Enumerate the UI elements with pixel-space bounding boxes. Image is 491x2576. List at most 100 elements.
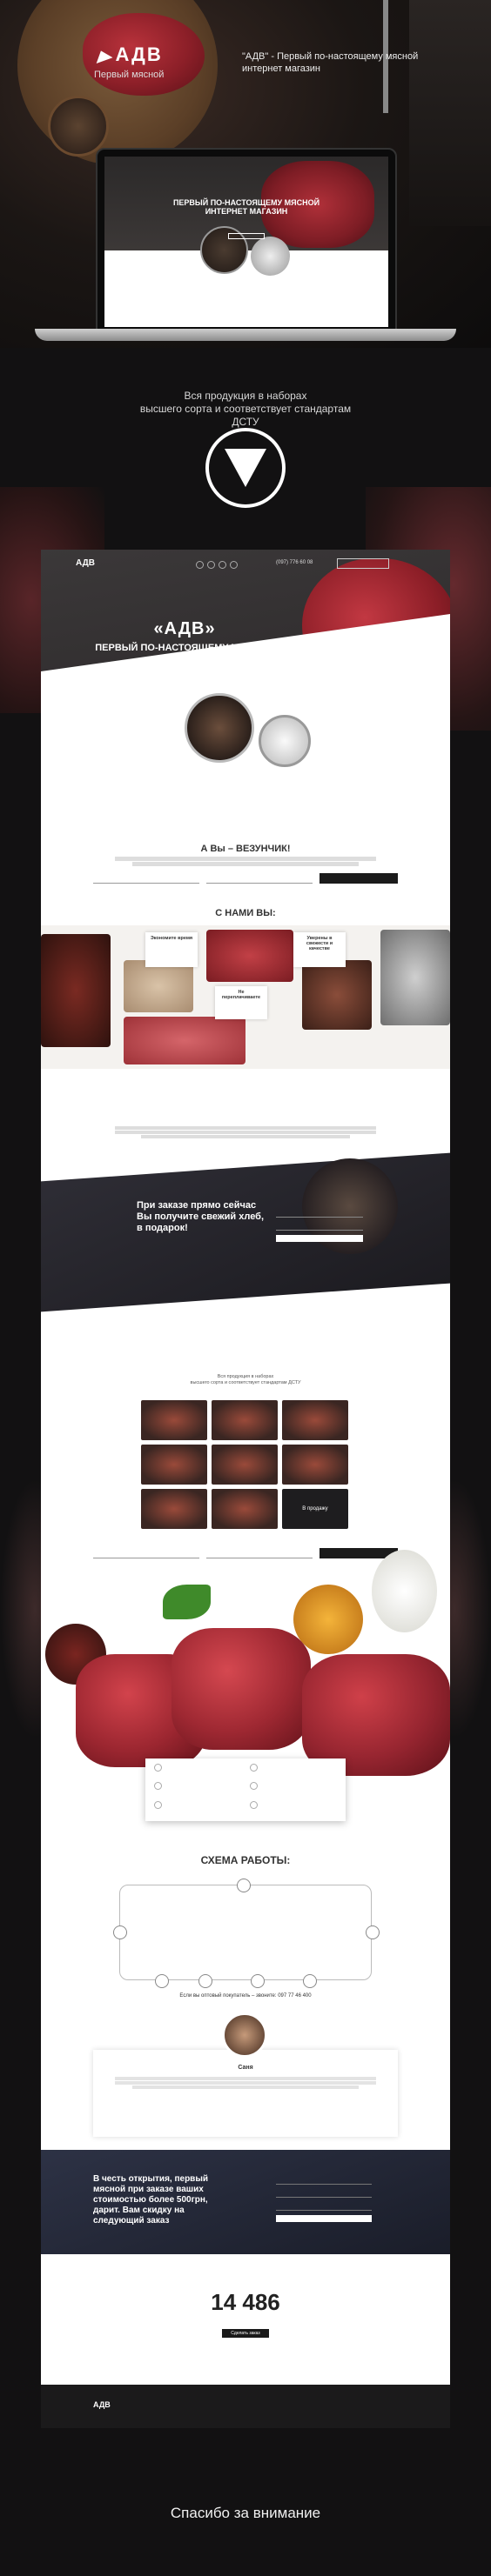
laptop-title: ПЕРВЫЙ ПО-НАСТОЯЩЕМУ МЯСНОЙ ИНТЕРНЕТ МАГ… [104,198,388,216]
mockup-social-icons [196,561,238,570]
product-tile[interactable] [212,1445,278,1485]
text-line [115,2077,376,2080]
delivery-icon [366,1925,380,1939]
product-tile[interactable] [282,1400,348,1440]
promo-name-field[interactable] [276,1209,363,1218]
social-icon[interactable] [196,561,204,569]
about-text [115,1125,376,1139]
product-grid: В продажу [141,1400,352,1529]
welcome-text [115,856,376,867]
opening-phone-field[interactable] [276,2189,372,2198]
phone-icon [113,1925,127,1939]
product-tile-sale[interactable]: В продажу [282,1489,348,1529]
footer-logo[interactable]: АДВ [93,2400,111,2409]
box-icon [155,1974,169,1988]
product-tile[interactable] [141,1400,207,1440]
hero-description: "АДВ" - Первый по-настоящему мясной инте… [242,51,419,74]
promo-submit-button[interactable] [276,1235,363,1242]
website-mockup: АДВ (097) 776 60 08 «АДВ» ПЕРВЫЙ ПО-НАСТ… [41,550,450,2428]
laptop-screen-preview [104,157,388,327]
social-icon[interactable] [207,561,215,569]
mockup-title: «АДВ» ПЕРВЫЙ ПО-НАСТОЯЩЕМУ МЯСНОЙ ИНТЕРН… [76,619,293,669]
review-card [93,2050,398,2137]
submit-button[interactable] [319,873,398,884]
mockup-call-button[interactable] [337,558,389,569]
grid-title: Вся продукция в наборах высшего сорта и … [115,1374,376,1386]
social-icon[interactable] [219,561,226,569]
mockup-title-quote: «АДВ» [153,619,216,638]
feature-item [154,1764,241,1779]
text-line [115,1126,376,1130]
brand-logo: АДВ Первый мясной [92,43,165,82]
home-icon [303,1974,317,1988]
phone-field[interactable] [206,873,313,884]
mockup-pepper-bowl [185,693,254,763]
grilled-image [302,960,372,1030]
opening-submit-button[interactable] [276,2215,372,2222]
meat-chunk-image [172,1628,311,1750]
product-tile[interactable] [282,1445,348,1485]
opening-address-field[interactable] [276,2202,372,2211]
scheme-title: СХЕМА РАБОТЫ: [200,1854,291,1866]
product-tile[interactable] [212,1489,278,1529]
product-tile[interactable] [212,1400,278,1440]
benefit-card: Не переплачиваете [215,986,267,1019]
work-scheme [113,1879,380,1988]
benefit-title: Экономите время [150,936,193,941]
welcome-title: А Вы – ВЕЗУНЧИК! [200,844,291,854]
name-field[interactable] [93,873,199,884]
text-line [115,857,376,861]
promo-text: При заказе прямо сейчас Вы получите свеж… [137,1200,264,1234]
text-line [115,2081,376,2085]
review-text [115,2076,376,2090]
salt-bowl-image [251,237,290,276]
text-line [115,1131,376,1134]
dstu-text: Вся продукция в наборах высшего сорта и … [131,390,360,429]
meat-chunk-image [302,1654,450,1776]
feature-item [154,1800,241,1816]
benefit-title: Не переплачиваете [221,990,261,1000]
phone-field[interactable] [206,1548,313,1558]
basil-image [163,1585,211,1619]
mockup-title-line1: ПЕРВЫЙ ПО-НАСТОЯЩЕМУ МЯСНОЙ [95,643,274,653]
mockup-salt-bowl [259,715,311,767]
promo-phone-field[interactable] [276,1222,363,1231]
reviewer-name: Саня [238,2065,253,2071]
mockup-logo[interactable]: АДВ [76,558,95,568]
counter-description [41,2318,450,2323]
promo-line3: в подарок! [137,1223,188,1233]
order-button[interactable]: Сделать заказ [222,2329,269,2338]
opening-line: мясной при заказе ваших [93,2185,204,2194]
clock-icon [198,1974,212,1988]
pepper-bowl-image [48,96,109,157]
dstu-line1: Вся продукция в наборах [184,390,307,402]
social-icon[interactable] [230,561,238,569]
feature-item [250,1782,337,1797]
opening-text: В честь открытия, первый мясной при зака… [93,2174,208,2226]
cloth-image [409,0,491,226]
product-tile[interactable] [141,1489,207,1529]
opening-name-field[interactable] [276,2176,372,2185]
cheese-image [124,960,193,1012]
dstu-mark-icon [225,449,266,487]
name-field[interactable] [93,1548,199,1558]
benefit-card: Экономите время [145,932,198,967]
grid-title-line1: Вся продукция в наборах [217,1374,274,1379]
thanks-text: Спасибо за внимание [170,2505,321,2521]
opening-line: стоимостью более 500грн, [93,2195,208,2205]
sliced-meat-image [124,1017,246,1064]
features-card [145,1758,346,1821]
truck-icon [237,1879,251,1892]
feature-item [250,1800,337,1816]
supplier-line: Если вы оптовый покупатель – звоните: 09… [179,1993,312,1999]
card-icon [251,1974,265,1988]
product-tile[interactable] [141,1445,207,1485]
promo-line2: Вы получите свежий хлеб, [137,1211,265,1222]
brand-subtitle: Первый мясной [94,70,165,80]
opening-line: дарит. Вам скидку на [93,2206,185,2215]
mockup-more-button[interactable]: Подробнее [152,663,213,673]
order-counter: 14 486 Сделать заказ [41,2289,450,2339]
counter-value: 14 486 [211,2289,280,2315]
promo-form [276,1209,363,1246]
feature-item [154,1782,241,1797]
